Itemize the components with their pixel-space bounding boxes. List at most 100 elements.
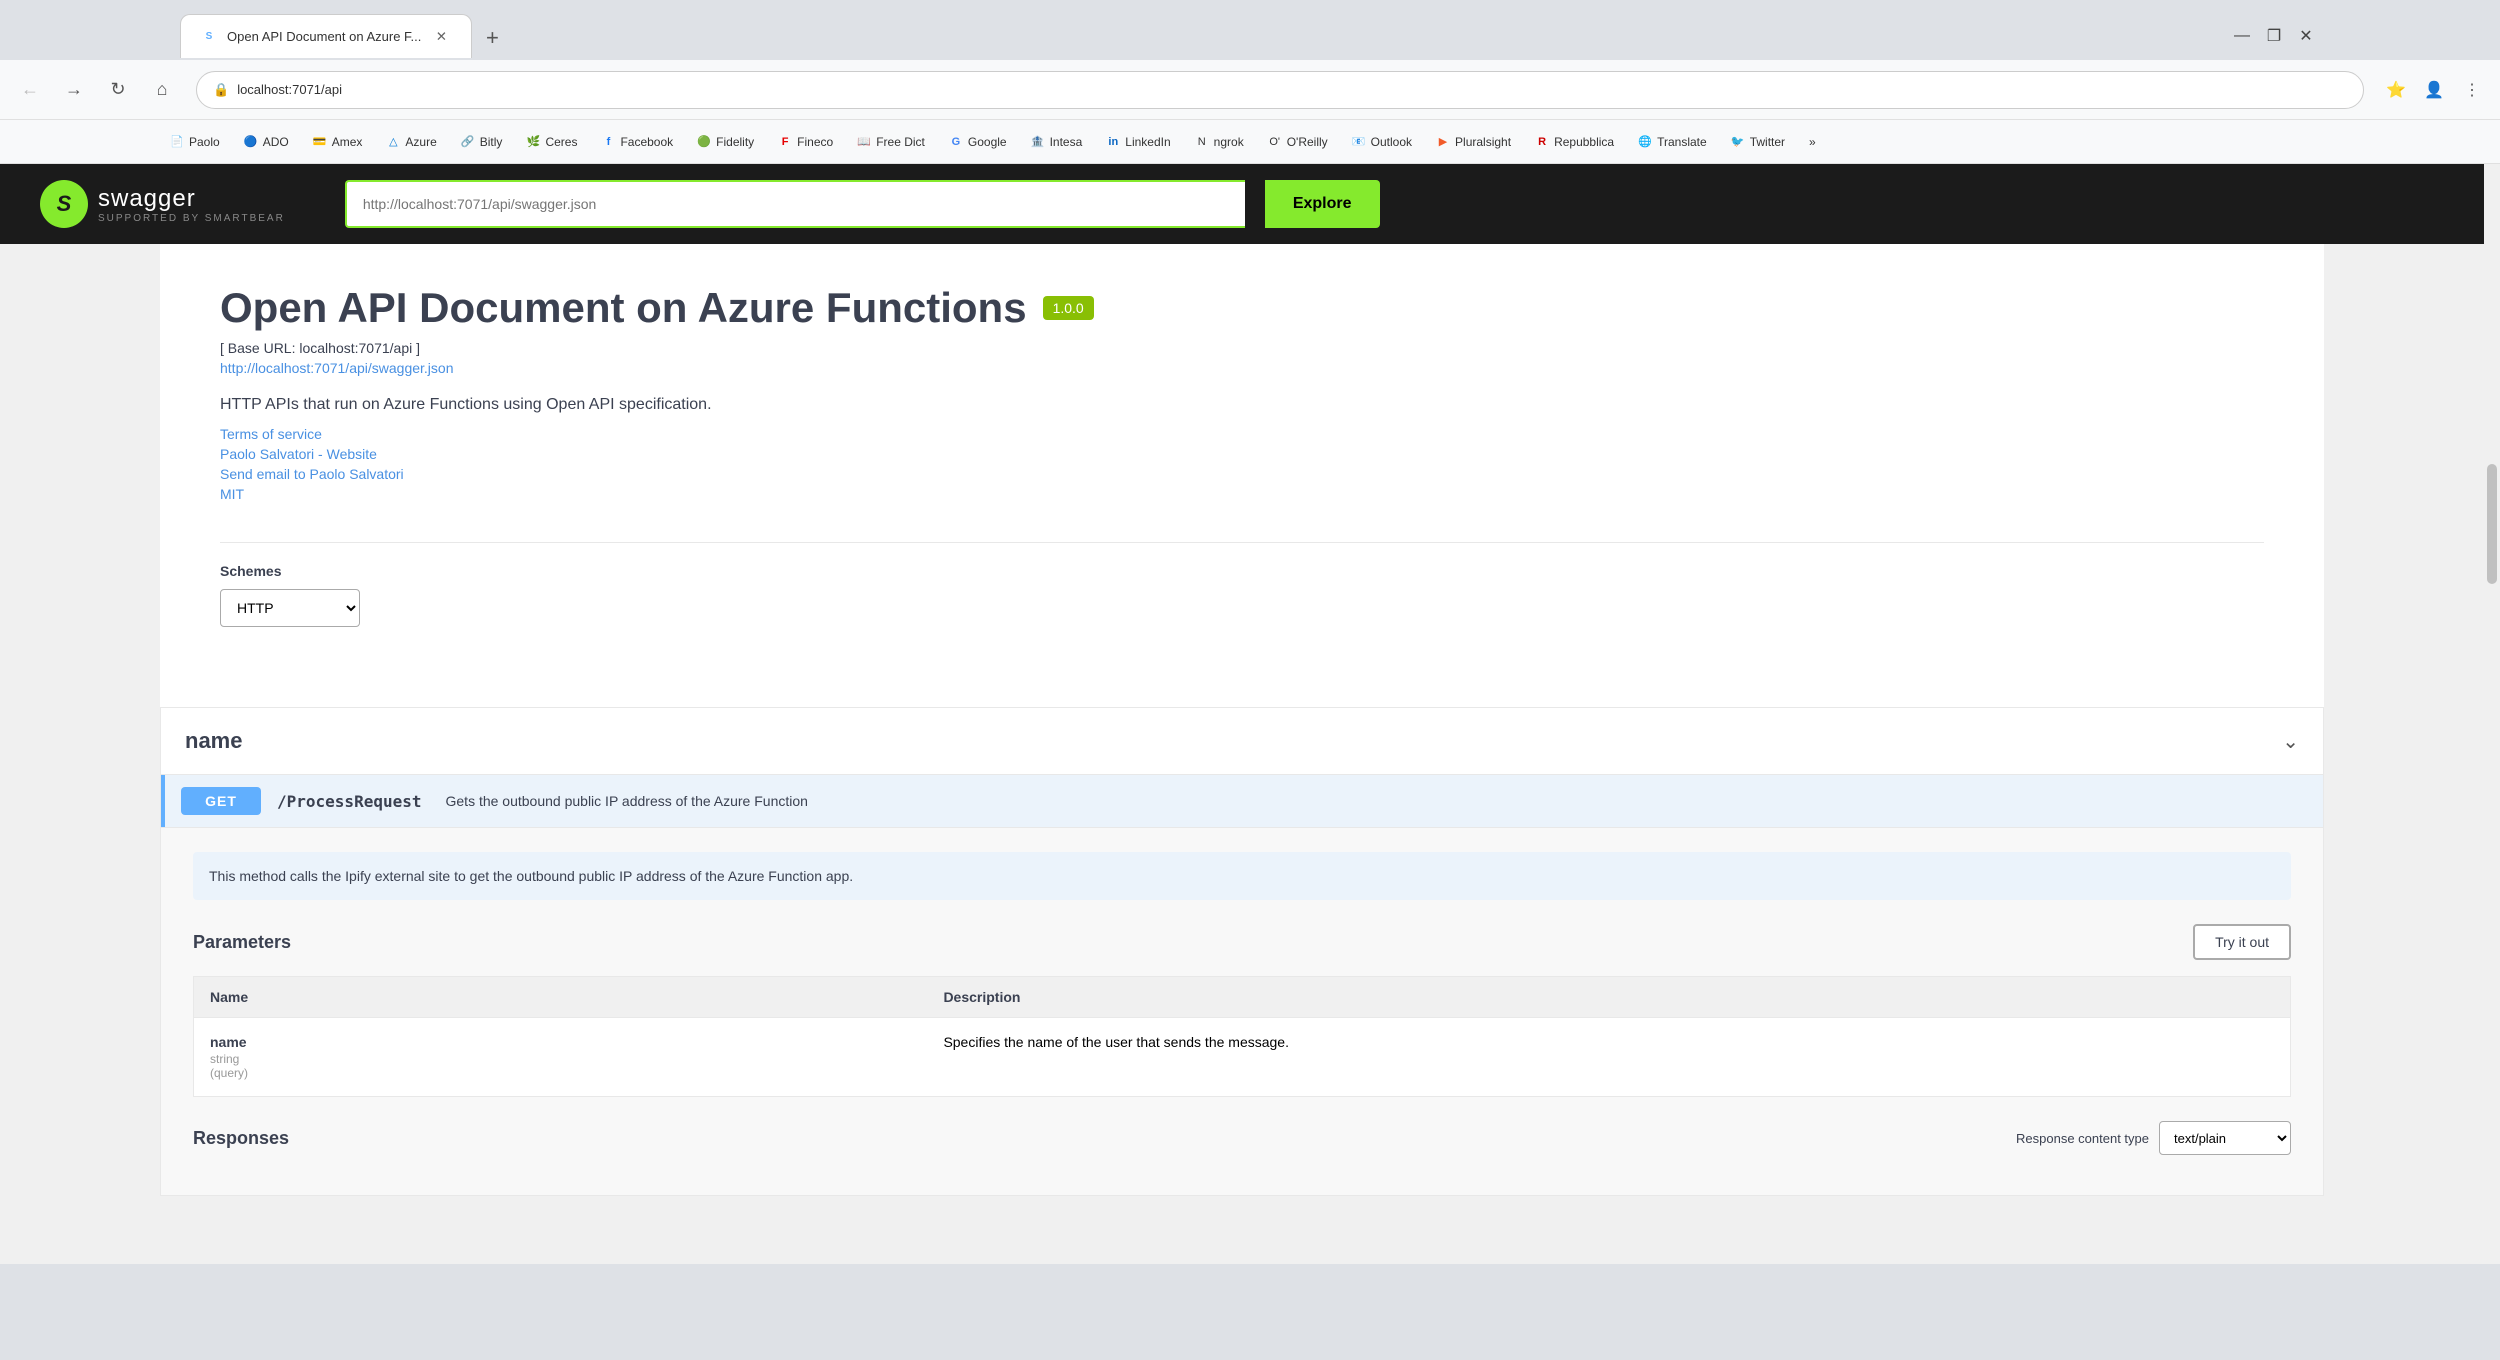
address-text: localhost:7071/api bbox=[237, 82, 342, 97]
bookmark-translate-label: Translate bbox=[1657, 135, 1707, 149]
params-header: Parameters Try it out bbox=[193, 924, 2291, 960]
col-desc-header: Description bbox=[927, 977, 2290, 1018]
bookmark-pluralsight[interactable]: ▶ Pluralsight bbox=[1426, 127, 1521, 157]
address-bar[interactable]: 🔒 localhost:7071/api bbox=[196, 71, 2364, 109]
parameters-section: Parameters Try it out Name Description bbox=[193, 924, 2291, 1097]
forward-button[interactable]: → bbox=[56, 72, 92, 108]
bookmark-linkedin-label: LinkedIn bbox=[1125, 135, 1170, 149]
browser-actions: ⭐ 👤 ⋮ bbox=[2380, 74, 2488, 106]
param-desc-cell: Specifies the name of the user that send… bbox=[927, 1018, 2290, 1097]
bookmark-azure[interactable]: △ Azure bbox=[376, 127, 446, 157]
bookmark-fineco-label: Fineco bbox=[797, 135, 833, 149]
bookmark-ado[interactable]: 🔵 ADO bbox=[234, 127, 299, 157]
bookmark-paolo-icon: 📄 bbox=[170, 135, 184, 149]
swagger-json-link[interactable]: http://localhost:7071/api/swagger.json bbox=[220, 360, 454, 376]
bookmark-repubblica[interactable]: R Repubblica bbox=[1525, 127, 1624, 157]
bookmark-translate[interactable]: 🌐 Translate bbox=[1628, 127, 1717, 157]
api-swagger-link-container: http://localhost:7071/api/swagger.json bbox=[220, 360, 2264, 376]
bookmark-twitter[interactable]: 🐦 Twitter bbox=[1721, 127, 1795, 157]
endpoint-path: /ProcessRequest bbox=[277, 792, 422, 811]
bookmark-azure-label: Azure bbox=[405, 135, 436, 149]
tab-favicon: S bbox=[201, 29, 217, 45]
try-it-out-button[interactable]: Try it out bbox=[2193, 924, 2291, 960]
swagger-logo-icon: S bbox=[40, 180, 88, 228]
back-button[interactable]: ← bbox=[12, 72, 48, 108]
scheme-select[interactable]: HTTP HTTPS bbox=[220, 589, 360, 627]
schemes-label: Schemes bbox=[220, 563, 2264, 579]
active-tab[interactable]: S Open API Document on Azure F... ✕ bbox=[180, 14, 472, 58]
title-bar: S Open API Document on Azure F... ✕ + — … bbox=[0, 0, 2500, 60]
endpoint-get-processrequest[interactable]: GET /ProcessRequest Gets the outbound pu… bbox=[161, 775, 2323, 827]
name-section: name ⌄ GET /ProcessRequest Gets the outb… bbox=[160, 707, 2324, 1196]
bookmark-ceres[interactable]: 🌿 Ceres bbox=[516, 127, 587, 157]
response-content-type-select[interactable]: text/plain application/json bbox=[2159, 1121, 2291, 1155]
bookmark-facebook[interactable]: f Facebook bbox=[591, 127, 683, 157]
email-link[interactable]: Send email to Paolo Salvatori bbox=[220, 466, 2264, 482]
section-header[interactable]: name ⌄ bbox=[161, 708, 2323, 775]
api-links: Terms of service Paolo Salvatori - Websi… bbox=[220, 426, 2264, 502]
bookmarks-bar: 📄 Paolo 🔵 ADO 💳 Amex △ Azure 🔗 Bitly 🌿 C… bbox=[0, 120, 2500, 164]
bookmark-bitly[interactable]: 🔗 Bitly bbox=[451, 127, 513, 157]
bookmark-intesa[interactable]: 🏦 Intesa bbox=[1021, 127, 1093, 157]
bookmark-facebook-label: Facebook bbox=[620, 135, 673, 149]
endpoint-summary: Gets the outbound public IP address of t… bbox=[446, 793, 808, 809]
bookmark-fineco[interactable]: F Fineco bbox=[768, 127, 843, 157]
explore-button[interactable]: Explore bbox=[1265, 180, 1380, 228]
api-base-url: [ Base URL: localhost:7071/api ] bbox=[220, 340, 2264, 356]
bookmark-freedict[interactable]: 📖 Free Dict bbox=[847, 127, 935, 157]
params-table: Name Description name string bbox=[193, 976, 2291, 1097]
nav-bar: ← → ↻ ⌂ 🔒 localhost:7071/api ⭐ 👤 ⋮ bbox=[0, 60, 2500, 120]
param-type-text: string bbox=[210, 1052, 911, 1066]
bookmark-ngrok[interactable]: N ngrok bbox=[1185, 127, 1254, 157]
swagger-logo-subtext: SUPPORTED BY SMARTBEAR bbox=[98, 213, 285, 224]
bookmark-intesa-icon: 🏦 bbox=[1031, 135, 1045, 149]
param-row-name: name string (query) Specifies the name o… bbox=[194, 1018, 2291, 1097]
bookmark-repubblica-icon: R bbox=[1535, 135, 1549, 149]
menu-icon[interactable]: ⋮ bbox=[2456, 74, 2488, 106]
bookmark-translate-icon: 🌐 bbox=[1638, 135, 1652, 149]
tab-close-button[interactable]: ✕ bbox=[431, 27, 451, 47]
bookmark-google[interactable]: G Google bbox=[939, 127, 1017, 157]
bookmark-linkedin-icon: in bbox=[1106, 135, 1120, 149]
terms-link[interactable]: Terms of service bbox=[220, 426, 2264, 442]
scrollbar-thumb[interactable] bbox=[2487, 464, 2497, 584]
bookmark-fidelity[interactable]: 🟢 Fidelity bbox=[687, 127, 764, 157]
extensions-icon[interactable]: ⭐ bbox=[2380, 74, 2412, 106]
bookmark-outlook[interactable]: 📧 Outlook bbox=[1342, 127, 1422, 157]
reload-button[interactable]: ↻ bbox=[100, 72, 136, 108]
bookmark-freedict-label: Free Dict bbox=[876, 135, 925, 149]
bookmark-ceres-label: Ceres bbox=[545, 135, 577, 149]
bookmark-ngrok-icon: N bbox=[1195, 135, 1209, 149]
tab-title: Open API Document on Azure F... bbox=[227, 29, 421, 44]
license-link[interactable]: MIT bbox=[220, 486, 2264, 502]
swagger-logo-text-block: swagger SUPPORTED BY SMARTBEAR bbox=[98, 185, 285, 224]
bookmark-paolo-label: Paolo bbox=[189, 135, 220, 149]
new-tab-button[interactable]: + bbox=[472, 18, 512, 58]
bookmark-linkedin[interactable]: in LinkedIn bbox=[1096, 127, 1180, 157]
scrollbar[interactable] bbox=[2484, 164, 2500, 1264]
api-title: Open API Document on Azure Functions 1.0… bbox=[220, 284, 2264, 332]
close-button[interactable]: ✕ bbox=[2292, 22, 2320, 50]
profile-icon[interactable]: 👤 bbox=[2418, 74, 2450, 106]
bookmark-bitly-label: Bitly bbox=[480, 135, 503, 149]
home-button[interactable]: ⌂ bbox=[144, 72, 180, 108]
website-link[interactable]: Paolo Salvatori - Website bbox=[220, 446, 2264, 462]
bookmark-fidelity-icon: 🟢 bbox=[697, 135, 711, 149]
bookmark-google-label: Google bbox=[968, 135, 1007, 149]
response-content-type-label: Response content type bbox=[2016, 1131, 2149, 1146]
bookmarks-more[interactable]: » bbox=[1799, 127, 1826, 157]
swagger-search-input[interactable] bbox=[345, 180, 1245, 228]
minimize-button[interactable]: — bbox=[2228, 22, 2256, 50]
maximize-button[interactable]: ❐ bbox=[2260, 22, 2288, 50]
swagger-logo-name: swagger bbox=[98, 185, 196, 212]
param-in-text: (query) bbox=[210, 1066, 911, 1080]
responses-section: Responses Response content type text/pla… bbox=[193, 1121, 2291, 1155]
bookmark-oreilly[interactable]: O' O'Reilly bbox=[1258, 127, 1338, 157]
param-name-cell: name string (query) bbox=[194, 1018, 928, 1097]
bookmark-paolo[interactable]: 📄 Paolo bbox=[160, 127, 230, 157]
bookmark-twitter-label: Twitter bbox=[1750, 135, 1785, 149]
bookmark-amex[interactable]: 💳 Amex bbox=[303, 127, 373, 157]
col-name-header: Name bbox=[194, 977, 928, 1018]
api-title-section: Open API Document on Azure Functions 1.0… bbox=[220, 284, 2264, 502]
section-toggle-icon: ⌄ bbox=[2282, 729, 2299, 754]
